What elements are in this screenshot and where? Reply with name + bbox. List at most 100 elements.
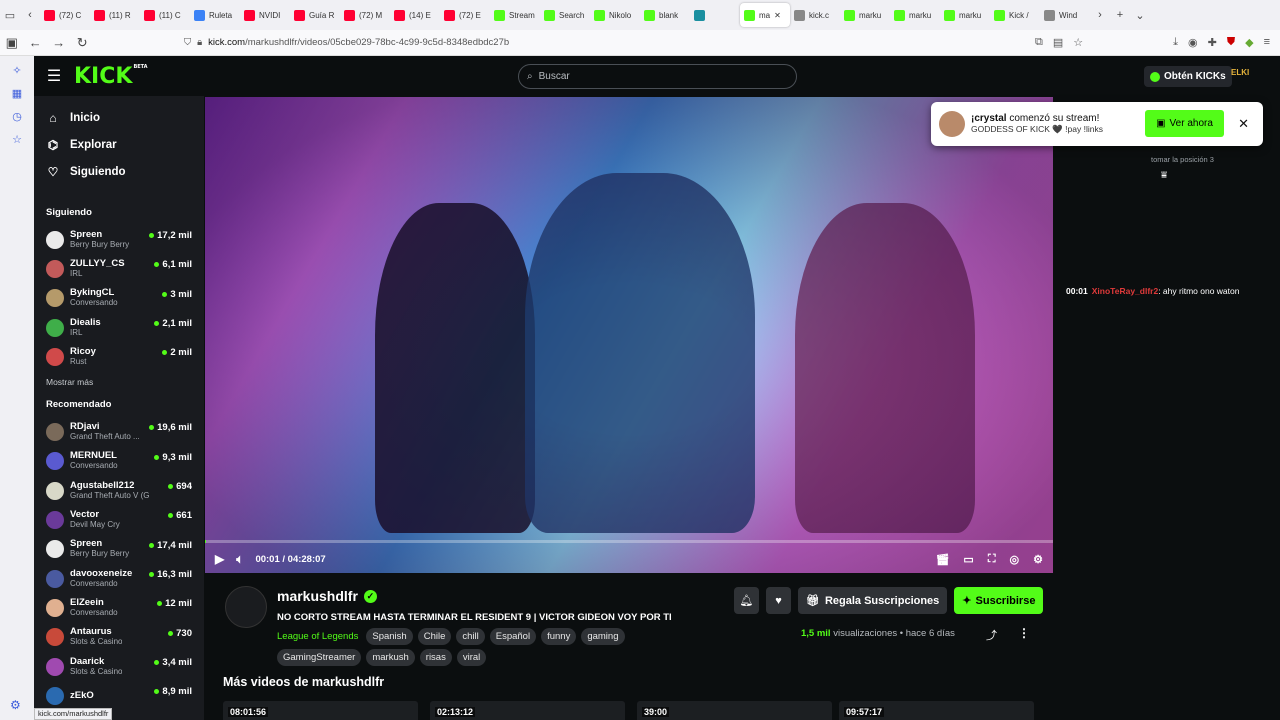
- clip-icon[interactable]: 🎬︎: [935, 553, 949, 566]
- history-icon[interactable]: ◷: [12, 110, 22, 123]
- tag-pill[interactable]: gaming: [581, 628, 625, 645]
- chat-username[interactable]: XinoTeRay_dlfr2: [1092, 286, 1158, 296]
- extensions-icon[interactable]: ✚: [1208, 36, 1217, 49]
- browser-tab[interactable]: Ruleta: [190, 3, 240, 27]
- account-icon[interactable]: ◉: [1188, 36, 1198, 49]
- browser-tab[interactable]: (72) M: [340, 3, 390, 27]
- video-thumbnail[interactable]: 02:13:12: [430, 701, 625, 720]
- browser-tab[interactable]: [690, 3, 740, 27]
- browser-tab[interactable]: blank: [640, 3, 690, 27]
- channel-item[interactable]: davooxeneize Conversando 16,3 mil: [34, 564, 204, 593]
- theater-mode-icon[interactable]: ▭: [963, 553, 973, 566]
- browser-tab[interactable]: NVIDI: [240, 3, 290, 27]
- channel-name[interactable]: markushdlfr: [277, 588, 358, 604]
- channel-avatar[interactable]: [225, 586, 267, 628]
- channel-item[interactable]: Spreen Berry Bury Berry 17,4 mil: [34, 535, 204, 564]
- more-options-icon[interactable]: ⋮: [1018, 626, 1030, 640]
- volume-icon[interactable]: 🔈︎: [236, 552, 243, 567]
- extension-leaf-icon[interactable]: ◆: [1245, 36, 1253, 49]
- tab-overview-icon[interactable]: ▭: [0, 9, 20, 22]
- browser-tab[interactable]: marku: [940, 3, 990, 27]
- download-icon[interactable]: ⤓: [1173, 36, 1178, 49]
- search-input[interactable]: ⌕ Buscar: [518, 64, 797, 89]
- ublock-icon[interactable]: ⛊: [1227, 36, 1235, 49]
- video-thumbnail[interactable]: 08:01:56: [223, 701, 418, 720]
- category-link[interactable]: League of Legends: [277, 631, 358, 642]
- channel-item[interactable]: MERNUEL Conversando 9,3 mil: [34, 447, 204, 476]
- follow-heart-button[interactable]: ♥: [766, 587, 791, 614]
- get-kicks-button[interactable]: Obtén KICKs: [1144, 66, 1232, 87]
- bookmark-star-icon[interactable]: ☆: [1073, 36, 1083, 49]
- channel-item[interactable]: Spreen Berry Bury Berry 17,2 mil: [34, 225, 204, 254]
- browser-tab[interactable]: kick.c: [790, 3, 840, 27]
- tag-pill[interactable]: Español: [489, 628, 537, 645]
- browser-tab[interactable]: Wind: [1040, 3, 1090, 27]
- settings-icon[interactable]: ⚙: [1033, 553, 1043, 566]
- user-avatar[interactable]: ELKI: [1231, 68, 1253, 86]
- forward-icon[interactable]: →: [47, 35, 70, 50]
- synced-tabs-icon[interactable]: ▦: [12, 87, 22, 100]
- tag-pill[interactable]: Chile: [417, 628, 452, 645]
- show-more-link[interactable]: Mostrar más: [34, 371, 204, 393]
- browser-tab[interactable]: Search: [540, 3, 590, 27]
- nav-item-inicio[interactable]: ⌂ Inicio: [34, 104, 204, 131]
- channel-item[interactable]: ZULLYY_CS IRL 6,1 mil: [34, 254, 204, 283]
- new-tab-icon[interactable]: +: [1110, 9, 1130, 21]
- watch-now-button[interactable]: ▣ Ver ahora: [1145, 110, 1224, 137]
- tab-list-chevron-icon[interactable]: ‹: [20, 9, 40, 21]
- menu-icon[interactable]: ≡: [1264, 36, 1270, 49]
- reload-icon[interactable]: ↻: [70, 35, 93, 51]
- ai-chat-icon[interactable]: ✧: [12, 64, 21, 77]
- tab-list-icon[interactable]: ⌄: [1130, 9, 1150, 22]
- tab-scroll-icon[interactable]: ›: [1090, 9, 1110, 21]
- speed-icon[interactable]: ◎: [1010, 553, 1020, 566]
- kick-logo[interactable]: KICKBETA: [74, 64, 148, 89]
- tag-pill[interactable]: funny: [541, 628, 577, 645]
- nav-item-siguiendo[interactable]: ♡ Siguiendo: [34, 158, 204, 185]
- gift-subs-button[interactable]: 🎁︎ Regala Suscripciones: [798, 587, 948, 614]
- browser-tab[interactable]: ma ✕: [740, 3, 790, 27]
- browser-tab[interactable]: marku: [890, 3, 940, 27]
- address-bar[interactable]: ⛉ 🔒︎ kick.com/markushdlfr/videos/05cbe02…: [184, 32, 1035, 54]
- browser-tab[interactable]: (72) C: [40, 3, 90, 27]
- video-thumbnail[interactable]: 39:00: [637, 701, 832, 720]
- subscribe-button[interactable]: ✦ Suscribirse: [954, 587, 1044, 614]
- live-notification[interactable]: ¡crystal comenzó su stream! GODDESS OF K…: [931, 102, 1263, 146]
- play-icon[interactable]: ▶: [215, 552, 224, 566]
- reader-icon[interactable]: ▤: [1053, 36, 1063, 49]
- hamburger-menu-icon[interactable]: ☰: [34, 66, 74, 86]
- nav-item-explorar[interactable]: ⌬ Explorar: [34, 131, 204, 158]
- channel-item[interactable]: Vector Devil May Cry 661: [34, 505, 204, 534]
- close-icon[interactable]: ✕: [1238, 116, 1249, 132]
- browser-tab[interactable]: Guía R: [290, 3, 340, 27]
- tag-pill[interactable]: GamingStreamer: [277, 649, 362, 666]
- browser-tab[interactable]: (11) C: [140, 3, 190, 27]
- tag-pill[interactable]: viral: [456, 649, 487, 666]
- channel-item[interactable]: Daarick Slots & Casino 3,4 mil: [34, 652, 204, 681]
- browser-settings-icon[interactable]: ⚙: [10, 698, 21, 712]
- back-icon[interactable]: ←: [23, 35, 46, 50]
- tag-pill[interactable]: Spanish: [366, 628, 413, 645]
- bookmarks-icon[interactable]: ☆: [12, 133, 22, 146]
- channel-item[interactable]: Ricoy Rust 2 mil: [34, 342, 204, 371]
- tag-pill[interactable]: risas: [419, 649, 452, 666]
- browser-tab[interactable]: (14) E: [390, 3, 440, 27]
- video-thumbnail[interactable]: 09:57:17: [839, 701, 1034, 720]
- tag-pill[interactable]: chill: [456, 628, 485, 645]
- browser-tab[interactable]: (11) R: [90, 3, 140, 27]
- browser-tab[interactable]: marku: [840, 3, 890, 27]
- tag-pill[interactable]: markush: [366, 649, 415, 666]
- browser-tab[interactable]: Stream: [490, 3, 540, 27]
- channel-item[interactable]: zEkO 8,9 mil: [34, 681, 204, 710]
- notification-bell-button[interactable]: 🔔︎: [734, 587, 759, 614]
- channel-item[interactable]: BykingCL Conversando 3 mil: [34, 284, 204, 313]
- filter-icon[interactable]: ⩸: [1161, 170, 1167, 181]
- video-progress-bar[interactable]: [205, 540, 1053, 543]
- channel-item[interactable]: RDjavi Grand Theft Auto ... 19,6 mil: [34, 417, 204, 446]
- tab-close-icon[interactable]: ✕: [774, 11, 781, 20]
- browser-tab[interactable]: Nikolo: [590, 3, 640, 27]
- sidebar-toggle-icon[interactable]: ▣: [0, 35, 23, 51]
- channel-item[interactable]: Diealis IRL 2,1 mil: [34, 313, 204, 342]
- share-icon[interactable]: ⤴: [986, 627, 997, 643]
- pip-icon[interactable]: ⧉: [1035, 36, 1043, 49]
